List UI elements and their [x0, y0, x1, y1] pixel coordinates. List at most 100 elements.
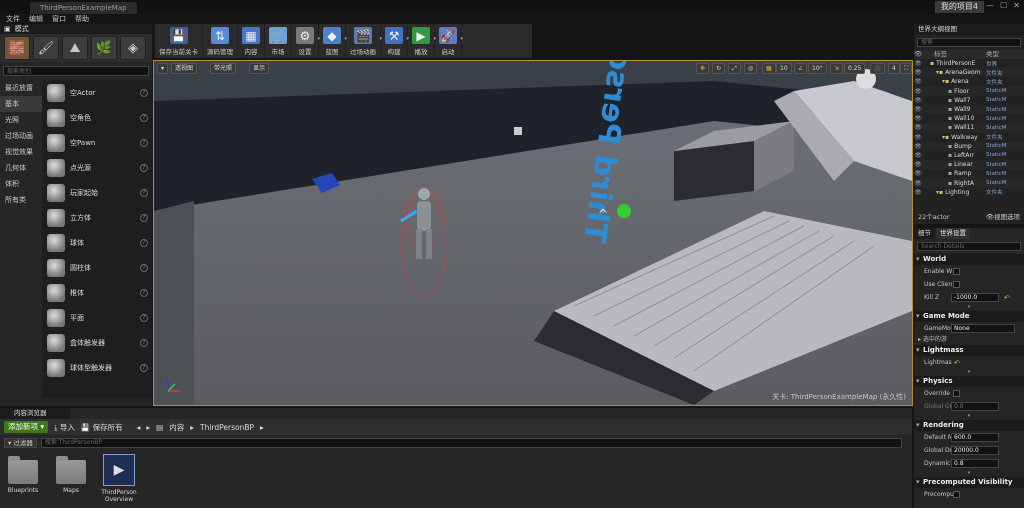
transform-translate-icon[interactable]: ✥ [696, 63, 710, 74]
details-search-input[interactable]: Search Details [917, 242, 1021, 251]
precomputed-visibility-section[interactable]: Precomputed Visibility [914, 477, 1024, 488]
outliner-row[interactable]: 👁 ▪ Wall7 StaticM [914, 96, 1024, 105]
category-basic[interactable]: 基本 [0, 96, 42, 112]
help-icon[interactable]: ? [140, 263, 148, 272]
outliner-row[interactable]: 👁 ▪ Linear StaticM [914, 160, 1024, 170]
place-item[interactable]: 球体型触发器? [42, 355, 152, 380]
dynamic-field[interactable]: 0.8 [951, 459, 999, 468]
default-max-distance-field[interactable]: 600.0 [951, 433, 999, 442]
breadcrumb-content[interactable]: 内容 [169, 422, 184, 433]
geometry-mode-icon[interactable]: ◈ [120, 36, 146, 60]
place-item[interactable]: 平面? [42, 305, 152, 330]
eye-icon[interactable]: 👁 [914, 124, 922, 131]
outliner-row[interactable]: 👁 ▪ RightA StaticM [914, 178, 1024, 188]
outliner-row[interactable]: 👁 ▪ ThirdPersonE 世界 [914, 59, 1024, 68]
precomputed-checkbox[interactable] [953, 491, 960, 498]
reset-icon[interactable]: ↶ [954, 359, 960, 367]
world-section[interactable]: World [914, 254, 1024, 265]
eye-icon[interactable]: 👁 [914, 97, 922, 104]
help-icon[interactable]: ? [140, 313, 148, 322]
toolbar-build-button[interactable]: ⚒ 构建 ▾ [381, 24, 409, 58]
category-visual-effects[interactable]: 视觉效果 [0, 144, 42, 160]
asset-search-input[interactable]: 搜索 ThirdPersonBP [40, 438, 902, 448]
scale-snap-value[interactable]: 0.25 [844, 63, 866, 74]
advanced-expand-icon[interactable]: ▾ [914, 304, 1024, 311]
toolbar-source-control-button[interactable]: ⇅ 源码管理 [203, 24, 238, 58]
camera-speed-icon[interactable]: 🎥 [870, 63, 886, 74]
eye-icon[interactable]: 👁 [914, 170, 922, 177]
outliner-row[interactable]: 👁 ▾▪ ArenaGeom 文件夹 [914, 68, 1024, 78]
show-button[interactable]: 显示 [249, 63, 270, 74]
menu-edit[interactable]: 编辑 [29, 14, 43, 24]
type-column[interactable]: 类型 [986, 50, 999, 59]
outliner-row[interactable]: 👁 ▾▪ Lighting 文件夹 [914, 188, 1024, 197]
outliner-row[interactable]: 👁 ▪ Wall11 StaticM [914, 123, 1024, 133]
forward-arrow-icon[interactable]: ▸ [146, 423, 150, 432]
outliner-row[interactable]: 👁 ▾▪ Arena 文件夹 [914, 77, 1024, 86]
advanced-expand-icon[interactable]: ▾ [914, 470, 1024, 477]
maximize-viewport-icon[interactable]: ⛶ [900, 63, 912, 74]
tab-world-settings[interactable]: 世界设置 [936, 228, 970, 239]
paint-mode-icon[interactable]: 🖌 [33, 36, 59, 60]
content-browser-tab[interactable]: 内容浏览器 [0, 408, 70, 419]
lit-mode-button[interactable]: 带光照 [210, 63, 237, 74]
camera-speed-value[interactable]: 4 [888, 63, 900, 74]
dropdown-arrow-icon[interactable]: ▾ [460, 36, 463, 42]
lightmass-section[interactable]: Lightmass [914, 345, 1024, 356]
filters-button[interactable]: ▾ 过滤器 [4, 438, 37, 448]
advanced-expand-icon[interactable]: ▾ [914, 413, 1024, 420]
toolbar-content-button[interactable]: ▦ 内容 [238, 24, 265, 58]
eye-icon[interactable]: 👁 [914, 69, 922, 76]
advanced-expand-icon[interactable]: ▾ [914, 369, 1024, 376]
eye-icon[interactable]: 👁 [914, 106, 922, 113]
outliner-row[interactable]: 👁 ▾▪ Walkway 文件夹 [914, 133, 1024, 142]
place-item[interactable]: 盒体触发器? [42, 330, 152, 355]
help-icon[interactable]: ? [140, 338, 148, 347]
help-icon[interactable]: ? [140, 188, 148, 197]
place-item[interactable]: 空角色? [42, 105, 152, 130]
asset-map[interactable]: ▶ ThirdPerson Overview [100, 454, 138, 503]
menu-window[interactable]: 窗口 [52, 14, 66, 24]
eye-icon[interactable]: 👁 [914, 78, 922, 85]
close-icon[interactable]: ✕ [1013, 1, 1020, 10]
toolbar-blueprint-button[interactable]: ◆ 蓝图 ▾ [319, 24, 347, 58]
modes-tab[interactable]: ▣ 模式 [0, 24, 152, 34]
view-options-button[interactable]: 👁视图选项 [986, 211, 1020, 221]
help-icon[interactable]: ? [140, 163, 148, 172]
toolbar-play-button[interactable]: ▶ 播放 ▾ [408, 24, 436, 58]
global-distance-field[interactable]: 20000.0 [951, 446, 999, 455]
menu-help[interactable]: 帮助 [75, 14, 89, 24]
game-mode-section[interactable]: Game Mode [914, 311, 1024, 322]
place-item[interactable]: 椎体? [42, 280, 152, 305]
global-gravity-field[interactable]: 0.0 [951, 402, 999, 411]
toolbar-cinematics-button[interactable]: 🎬 过场动画 ▾ [346, 24, 382, 58]
eye-icon[interactable]: 👁 [914, 115, 922, 122]
modes-search-input[interactable]: 搜索类别 [3, 66, 149, 76]
eye-icon[interactable]: 👁 [914, 189, 922, 196]
enable-world-composition-checkbox[interactable] [953, 268, 960, 275]
rotation-snap-value[interactable]: 10° [808, 63, 827, 74]
help-icon[interactable]: ? [140, 288, 148, 297]
category-lights[interactable]: 光照 [0, 112, 42, 128]
kill-z-field[interactable]: -1000.0 [951, 293, 999, 302]
import-button[interactable]: ⤓ 导入 [54, 422, 75, 433]
place-item[interactable]: 点光源? [42, 155, 152, 180]
category-recent[interactable]: 最近放置 [0, 80, 42, 96]
grid-snap-value[interactable]: 10 [776, 63, 792, 74]
eye-icon[interactable]: 👁 [914, 143, 922, 150]
save-all-button[interactable]: 💾 保存所有 [81, 422, 123, 433]
place-item[interactable]: 球体? [42, 230, 152, 255]
document-tab[interactable]: ThirdPersonExampleMap [30, 2, 137, 14]
category-cinematic[interactable]: 过场动画 [0, 128, 42, 144]
rendering-section[interactable]: Rendering [914, 420, 1024, 431]
place-item[interactable]: 空Actor? [42, 80, 152, 105]
landscape-mode-icon[interactable]: ⛰ [62, 36, 88, 60]
outliner-row[interactable]: 👁 ▪ Wall10 StaticM [914, 114, 1024, 123]
viewport-menu-button[interactable]: ▾ [157, 63, 169, 74]
eye-icon[interactable]: 👁 [914, 180, 922, 187]
foliage-mode-icon[interactable]: 🌿 [91, 36, 117, 60]
help-icon[interactable]: ? [140, 113, 148, 122]
place-item[interactable]: 圆柱体? [42, 255, 152, 280]
toolbar-marketplace-button[interactable]: 🛒 市场 [265, 24, 292, 58]
level-viewport[interactable]: Third Person ^ ▾ 透视图 带光照 显示 ✥ ↻ ⤢ ◎ ▦ 10… [153, 60, 913, 406]
